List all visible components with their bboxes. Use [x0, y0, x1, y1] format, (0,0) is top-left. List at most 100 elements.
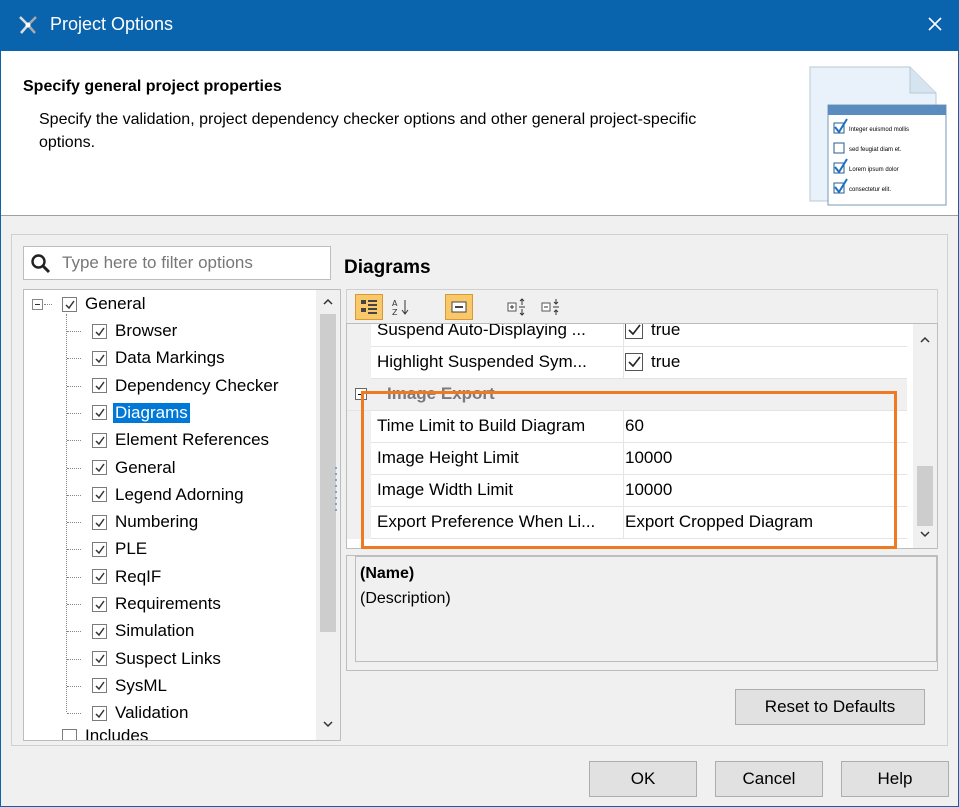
- property-grid: Suspend Auto-Displaying ... true Highlig…: [346, 323, 938, 549]
- checkbox-icon[interactable]: [625, 324, 643, 339]
- tree-item[interactable]: Requirements: [92, 591, 221, 617]
- checkbox-icon[interactable]: [62, 296, 77, 312]
- header-title: Specify general project properties: [23, 78, 282, 95]
- collapse-toggle-icon[interactable]: [32, 299, 43, 310]
- checkbox-icon[interactable]: [92, 623, 107, 639]
- options-tree: General Browser Data Markings Dependency C…: [23, 289, 341, 741]
- checkbox-icon[interactable]: [92, 678, 107, 694]
- checkbox-icon[interactable]: [92, 487, 107, 503]
- graphic-item-2: sed feugiat diam et.: [849, 147, 902, 153]
- group-name: Image Export: [387, 384, 495, 403]
- checkbox-icon[interactable]: [92, 378, 107, 394]
- checkbox-icon[interactable]: [92, 350, 107, 366]
- ok-button[interactable]: OK: [589, 761, 697, 797]
- checkbox-icon[interactable]: [62, 728, 77, 740]
- checkbox-icon[interactable]: [92, 705, 107, 721]
- tree-item-label: PLE: [115, 539, 148, 559]
- tree-item[interactable]: Element References: [92, 427, 269, 453]
- collapse-all-button[interactable]: [537, 294, 565, 320]
- graphic-item-4: consectetur elit.: [849, 187, 891, 193]
- tree-item[interactable]: Data Markings: [92, 345, 225, 371]
- sort-alphabetical-button[interactable]: AZ: [387, 294, 415, 320]
- close-icon: [927, 16, 943, 36]
- categorized-view-icon: [361, 300, 377, 314]
- close-button[interactable]: [912, 1, 958, 51]
- checkbox-icon[interactable]: [92, 651, 107, 667]
- property-row[interactable]: Highlight Suspended Sym... true: [347, 347, 907, 379]
- grid-scrollbar[interactable]: [913, 324, 937, 548]
- filter-input[interactable]: [60, 251, 322, 275]
- tree-item[interactable]: PLE: [92, 536, 147, 562]
- sort-alphabetical-icon: AZ: [392, 299, 409, 317]
- tree-item[interactable]: SysML: [92, 673, 167, 699]
- splitter-handle[interactable]: [334, 465, 338, 515]
- expand-all-button[interactable]: [503, 294, 531, 320]
- svg-text:Z: Z: [392, 308, 398, 317]
- help-button[interactable]: Help: [841, 761, 949, 797]
- reset-to-defaults-button[interactable]: Reset to Defaults: [735, 689, 925, 725]
- checkbox-icon[interactable]: [92, 405, 107, 421]
- tree-item[interactable]: Legend Adorning: [92, 482, 244, 508]
- tree-item[interactable]: Suspect Links: [92, 646, 221, 672]
- property-value[interactable]: Export Cropped Diagram: [625, 512, 813, 532]
- checkbox-icon[interactable]: [92, 432, 107, 448]
- grid-scrollbar-thumb[interactable]: [917, 466, 933, 526]
- checkbox-icon[interactable]: [92, 514, 107, 530]
- property-group-row[interactable]: Image Export: [347, 379, 907, 411]
- checkbox-icon[interactable]: [625, 353, 643, 371]
- property-value: true: [651, 323, 681, 339]
- scroll-down-icon[interactable]: [322, 718, 334, 730]
- description-panel: (Name) (Description): [346, 555, 938, 671]
- property-name: Highlight Suspended Sym...: [377, 352, 587, 371]
- tree-item[interactable]: Simulation: [92, 618, 194, 644]
- checkbox-icon[interactable]: [92, 460, 107, 475]
- dialog-header: Specify general project properties Speci…: [1, 51, 958, 216]
- show-description-button[interactable]: [445, 294, 473, 320]
- tree-item-general-root[interactable]: General: [62, 291, 145, 317]
- collapse-all-icon: [541, 299, 559, 315]
- graphic-item-1: Integer euismod mollis: [849, 127, 909, 133]
- scroll-up-icon[interactable]: [919, 334, 931, 346]
- checkbox-icon[interactable]: [92, 541, 107, 557]
- tree-item-label: Requirements: [115, 594, 221, 613]
- property-row[interactable]: Time Limit to Build Diagram 60: [347, 411, 907, 443]
- property-value[interactable]: 60: [625, 416, 644, 436]
- description-name: (Name): [360, 565, 415, 582]
- property-value[interactable]: 10000: [625, 448, 672, 468]
- property-row[interactable]: Suspend Auto-Displaying ... true: [347, 323, 907, 347]
- property-value[interactable]: 10000: [625, 480, 672, 500]
- property-name: Time Limit to Build Diagram: [377, 416, 586, 435]
- checkbox-icon[interactable]: [92, 596, 107, 612]
- tree-item-label: Validation: [115, 703, 189, 723]
- property-name: Suspend Auto-Displaying ...: [377, 323, 586, 339]
- collapse-group-icon[interactable]: [355, 388, 367, 400]
- tree-item[interactable]: Dependency Checker: [92, 373, 278, 399]
- project-options-dialog: Project Options Specify general project …: [0, 0, 959, 807]
- checkbox-icon[interactable]: [92, 569, 107, 585]
- tree-item[interactable]: ReqIF: [92, 564, 161, 590]
- tree-item[interactable]: Browser: [92, 318, 177, 344]
- filter-box: [23, 246, 331, 280]
- categorized-view-button[interactable]: [355, 294, 383, 320]
- cancel-button[interactable]: Cancel: [715, 761, 823, 797]
- tree-item-label: Numbering: [115, 512, 199, 532]
- tree-item-label: Diagrams: [113, 402, 190, 423]
- scroll-down-icon[interactable]: [919, 528, 931, 540]
- property-name: Image Width Limit: [377, 480, 514, 499]
- tree-item-label: General: [85, 294, 146, 313]
- scroll-up-icon[interactable]: [322, 296, 334, 308]
- property-row[interactable]: Export Preference When Li... Export Crop…: [347, 507, 907, 539]
- tree-item-label: SysML: [115, 675, 167, 695]
- tree-item-label: Legend Adorning: [115, 484, 244, 504]
- checkbox-icon[interactable]: [92, 323, 107, 339]
- property-row[interactable]: Image Height Limit 10000: [347, 443, 907, 475]
- tree-item[interactable]: Numbering: [92, 509, 198, 535]
- tree-item[interactable]: General: [92, 455, 175, 481]
- tree-item[interactable]: Diagrams: [92, 400, 190, 426]
- tree-item-label: ReqIF: [115, 566, 162, 586]
- tree-item-includes[interactable]: Includes: [62, 723, 148, 740]
- checklist-document-icon: Integer euismod mollis sed feugiat diam …: [800, 61, 950, 211]
- tree-item-label: General: [115, 457, 176, 477]
- property-row[interactable]: Image Width Limit 10000: [347, 475, 907, 507]
- tree-item-label: Simulation: [115, 621, 195, 641]
